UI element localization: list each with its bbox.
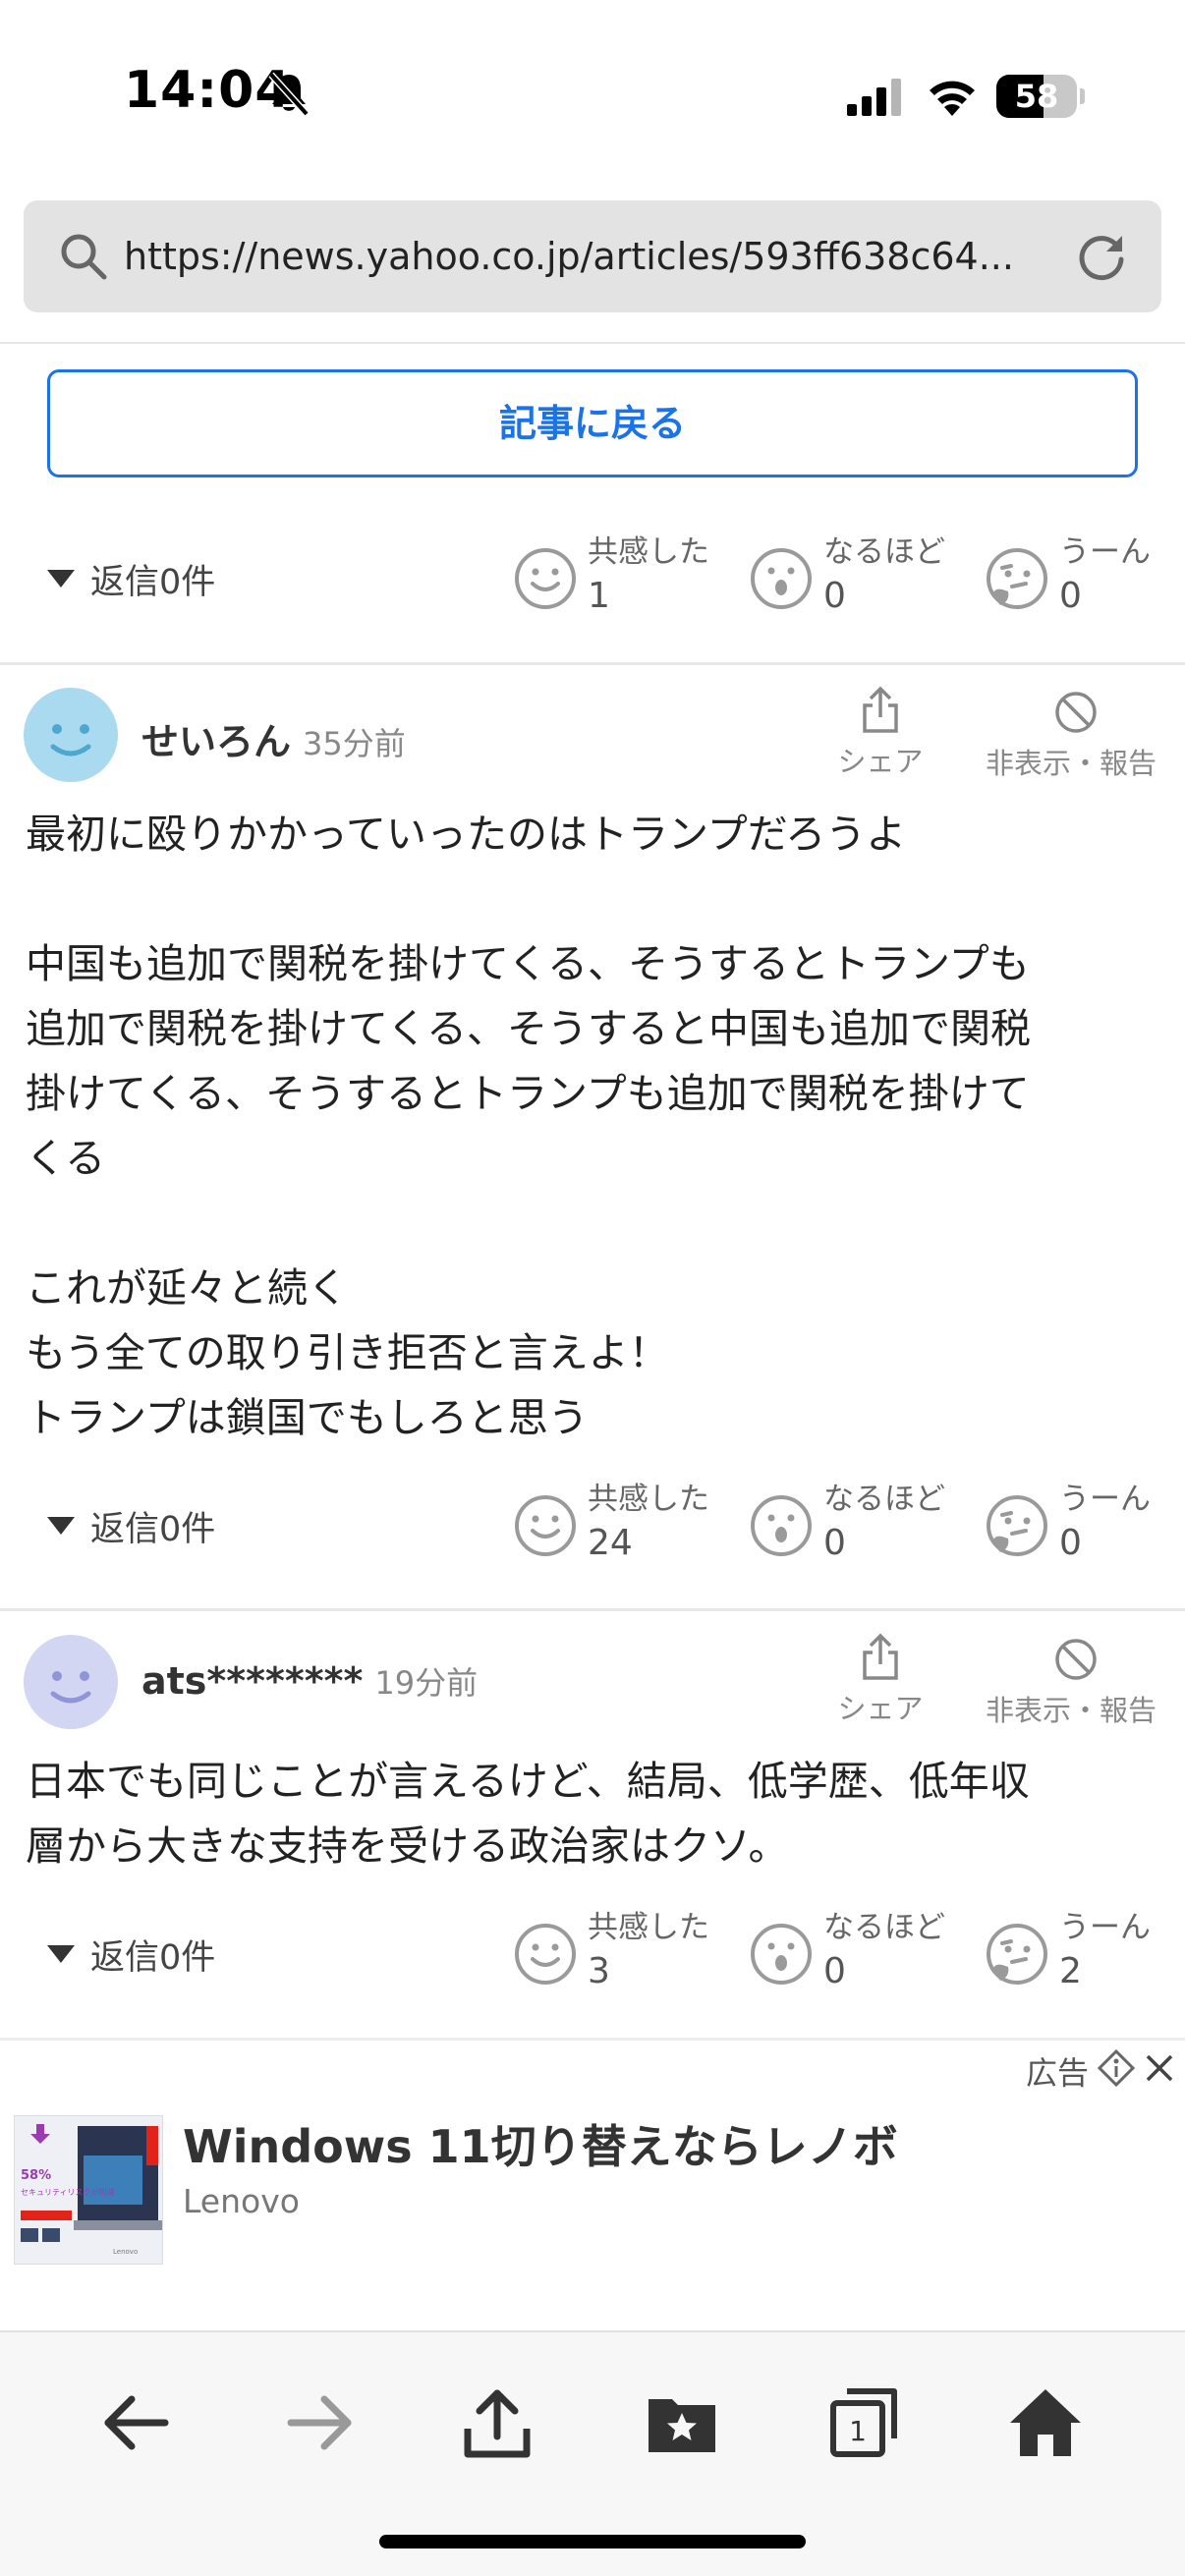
ad-banner[interactable]: 広告 58% セキュリティリスクが削減 Lenovo Windows 11切り替…	[0, 2038, 1185, 2332]
url-text[interactable]: https://news.yahoo.co.jp/articles/593ff6…	[124, 230, 1067, 283]
bell-muted-icon	[268, 72, 310, 116]
understand-label: なるほど	[823, 1482, 945, 1517]
reply-label: 返信0件	[90, 1509, 216, 1549]
hide-report-button[interactable]: 非表示・報告	[983, 1633, 1169, 1731]
thinking-face-icon	[987, 548, 1047, 609]
battery-percent: 58	[1014, 78, 1059, 115]
understand-count: 0	[823, 1951, 846, 1991]
block-icon	[1055, 1639, 1097, 1680]
reply-toggle[interactable]: 返信0件	[47, 1928, 215, 1981]
comment-username: ats******** 19分前	[141, 1659, 479, 1703]
empathize-label: 共感した	[588, 1910, 709, 1945]
surprised-face-icon	[751, 1495, 812, 1556]
svg-text:58%: 58%	[21, 2168, 51, 2183]
hmm-button[interactable]: うーん 0	[985, 525, 1185, 633]
understand-button[interactable]: なるほど 0	[749, 525, 965, 633]
comment-item: せいろん 35分前 シェア 非表示・報告 最初に殴りかかっていったのはトランプだろ…	[0, 664, 1185, 1607]
forward-arrow-icon[interactable]	[279, 2383, 358, 2462]
understand-button[interactable]: なるほど 0	[749, 1472, 965, 1580]
svg-text:セキュリティリスクが削減: セキュリティリスクが削減	[21, 2187, 115, 2197]
battery-indicator: 58	[996, 75, 1085, 118]
understand-button[interactable]: なるほど 0	[749, 1900, 965, 2008]
wifi-icon	[930, 81, 975, 116]
home-indicator	[379, 2535, 806, 2548]
empathize-count: 1	[588, 576, 610, 616]
share-button[interactable]: シェア	[831, 686, 930, 784]
ad-title[interactable]: Windows 11切り替えならレノボ	[183, 2111, 898, 2176]
hmm-count: 2	[1059, 1951, 1082, 1991]
reply-toggle[interactable]: 返信0件	[47, 552, 215, 605]
share-icon	[863, 686, 898, 733]
triangle-down-icon	[47, 1517, 75, 1535]
reaction-row: 返信0件 共感した 24 なるほど 0 うーん 0	[0, 1472, 1185, 1580]
search-icon	[61, 234, 107, 280]
understand-label: なるほど	[823, 534, 945, 570]
back-arrow-icon[interactable]	[98, 2383, 177, 2462]
thinking-face-icon	[987, 1495, 1047, 1556]
svg-text:1: 1	[849, 2415, 867, 2447]
hmm-count: 0	[1059, 1523, 1082, 1563]
svg-text:Lenovo: Lenovo	[113, 2248, 138, 2256]
thinking-face-icon	[987, 1924, 1047, 1985]
ad-sponsor: Lenovo	[183, 2182, 300, 2220]
ad-image[interactable]: 58% セキュリティリスクが削減 Lenovo	[14, 2115, 163, 2265]
ad-info-icon[interactable]	[1097, 2048, 1136, 2088]
hide-report-button[interactable]: 非表示・報告	[983, 686, 1169, 784]
comment-username: せいろん 35分前	[141, 720, 406, 763]
smile-face-icon	[515, 548, 576, 609]
hmm-label: うーん	[1059, 1910, 1151, 1945]
reaction-row: 返信0件 共感した 3 なるほど 0 うーん 2	[0, 1900, 1185, 2008]
understand-count: 0	[823, 1523, 846, 1563]
address-bar[interactable]: https://news.yahoo.co.jp/articles/593ff6…	[24, 200, 1161, 312]
triangle-down-icon	[47, 1945, 75, 1963]
reload-icon[interactable]	[1073, 228, 1130, 285]
empathize-button[interactable]: 共感した 3	[513, 1900, 729, 2008]
empathize-count: 24	[588, 1523, 633, 1563]
ad-label: 広告	[1026, 2054, 1090, 2092]
triangle-down-icon	[47, 570, 75, 588]
reply-label: 返信0件	[90, 562, 216, 602]
tabs-icon[interactable]: 1	[825, 2383, 904, 2462]
empathize-label: 共感した	[588, 1482, 709, 1517]
reaction-row: 返信0件 共感した 1 なるほど 0 うーん 0	[0, 525, 1185, 633]
comment-body: 日本でも同じことが言えるけど、結局、低学歴、低年収 層から大きな支持を受ける政治…	[26, 1758, 1030, 1870]
empathize-button[interactable]: 共感した 24	[513, 1472, 729, 1580]
share-icon	[863, 1633, 898, 1680]
reply-label: 返信0件	[90, 1937, 216, 1978]
ad-thumbnail: 58% セキュリティリスクが削減 Lenovo	[15, 2116, 162, 2264]
home-icon[interactable]	[1006, 2383, 1085, 2462]
comment-timestamp: 19分前	[374, 1664, 479, 1702]
surprised-face-icon	[751, 1924, 812, 1985]
status-time: 14:04	[124, 61, 292, 120]
smile-face-icon	[515, 1924, 576, 1985]
empathize-count: 3	[588, 1951, 610, 1991]
comment-timestamp: 35分前	[303, 725, 406, 762]
empathize-button[interactable]: 共感した 1	[513, 525, 729, 633]
share-icon[interactable]	[458, 2383, 536, 2462]
understand-label: なるほど	[823, 1910, 945, 1945]
hmm-button[interactable]: うーん 0	[985, 1472, 1185, 1580]
surprised-face-icon	[751, 548, 812, 609]
reply-toggle[interactable]: 返信0件	[47, 1499, 215, 1552]
divider	[0, 342, 1185, 344]
block-icon	[1055, 692, 1097, 733]
empathize-label: 共感した	[588, 534, 709, 570]
hmm-label: うーん	[1059, 1482, 1151, 1517]
smile-face-icon	[515, 1495, 576, 1556]
hmm-label: うーん	[1059, 534, 1151, 570]
cellular-signal-icon	[847, 79, 901, 116]
hmm-button[interactable]: うーん 2	[985, 1900, 1185, 2008]
status-bar: 14:04 58	[0, 0, 1185, 187]
share-button[interactable]: シェア	[831, 1633, 930, 1731]
hmm-count: 0	[1059, 576, 1082, 616]
back-to-article-button[interactable]: 記事に戻る	[47, 369, 1138, 477]
avatar	[24, 1635, 118, 1729]
understand-count: 0	[823, 576, 846, 616]
comment-body: 最初に殴りかかっていったのはトランプだろうよ 中国も追加で関税を掛けてくる、そう…	[26, 811, 1031, 1441]
bookmarks-icon[interactable]	[643, 2383, 721, 2462]
close-icon[interactable]	[1142, 2050, 1177, 2086]
avatar	[24, 688, 118, 782]
